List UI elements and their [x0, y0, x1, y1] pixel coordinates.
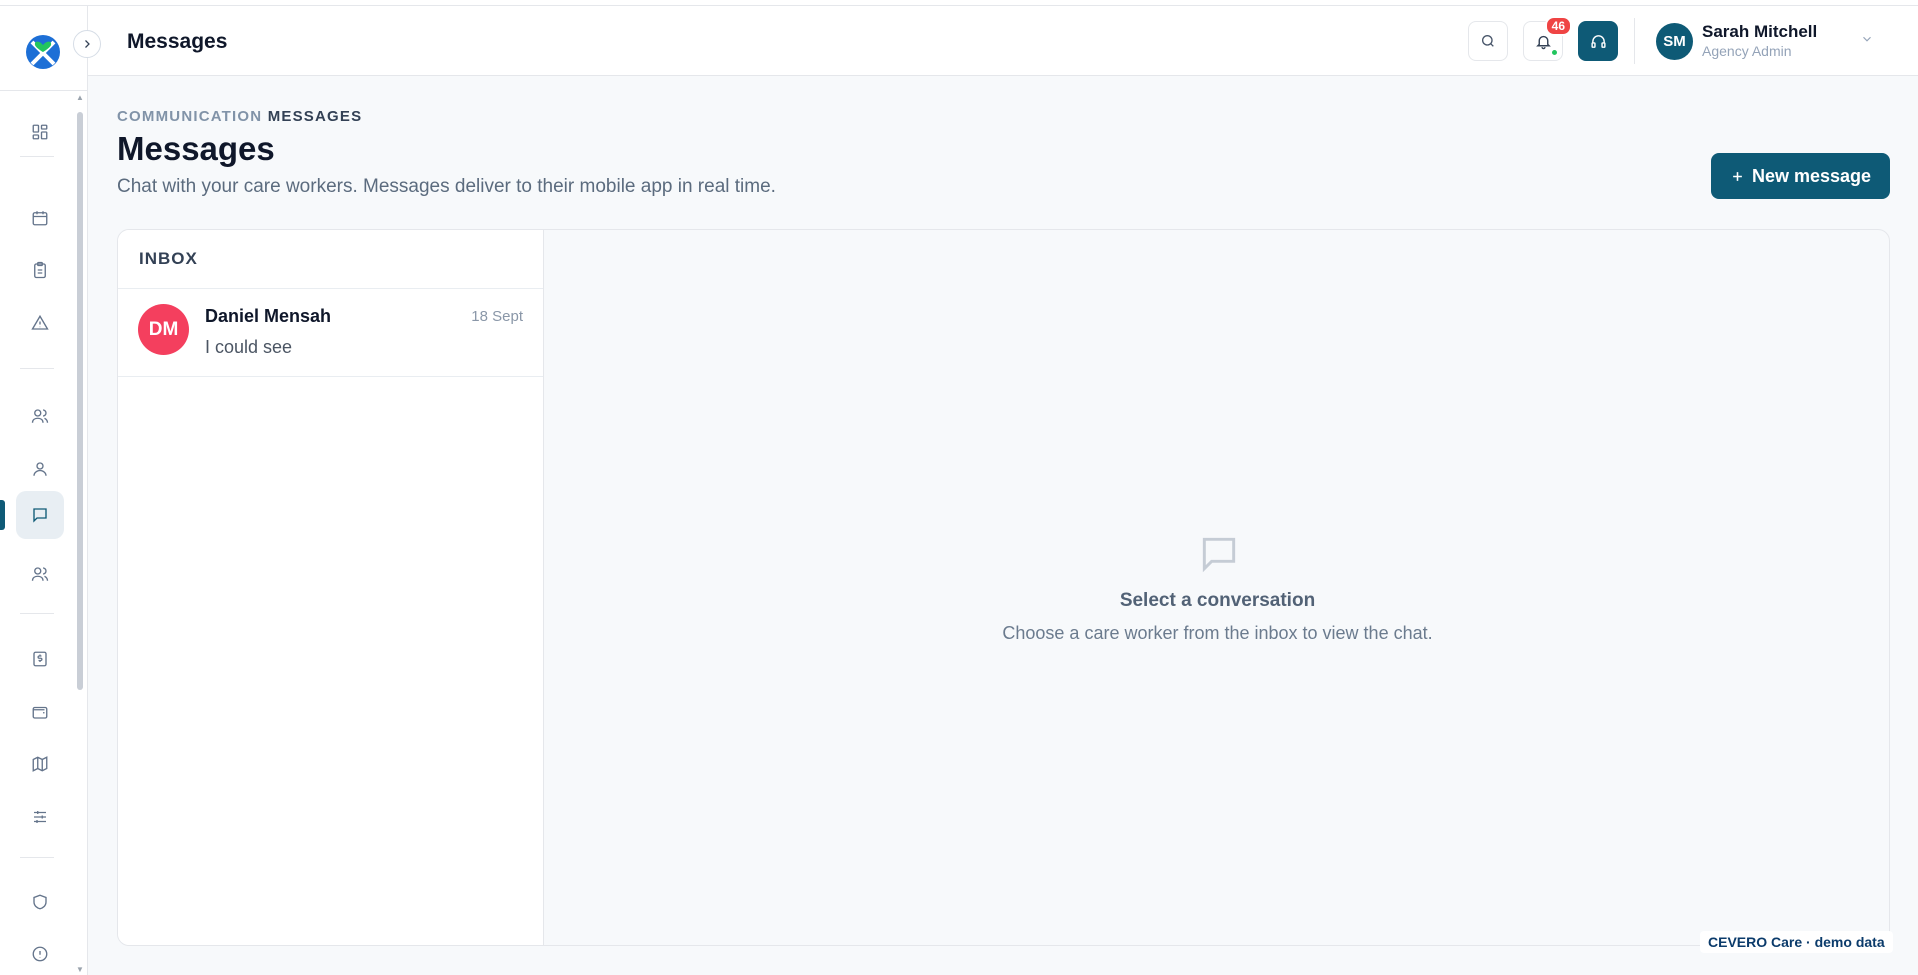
- sidebar-divider: [20, 857, 54, 858]
- search-button[interactable]: [1468, 21, 1508, 61]
- active-indicator: [0, 500, 5, 530]
- conversation-date: 18 Sept: [471, 308, 523, 325]
- demo-watermark: CEVERO Care · demo data: [1700, 931, 1893, 953]
- plus-icon: [1733, 171, 1742, 181]
- users-icon: [31, 409, 49, 423]
- sidebar-item-team[interactable]: [16, 392, 64, 440]
- sidebar-item-clipboard[interactable]: [16, 246, 64, 294]
- sidebar-item-profile[interactable]: [16, 445, 64, 493]
- sidebar-item-care-workers[interactable]: [16, 550, 64, 598]
- users-icon: [31, 567, 49, 581]
- info-icon: [32, 946, 48, 962]
- conversation-item[interactable]: DM Daniel Mensah 18 Sept I could see: [118, 289, 543, 377]
- breadcrumb: COMMUNICATION MESSAGES: [117, 108, 362, 125]
- scroll-down-arrow[interactable]: ▼: [76, 966, 84, 974]
- inbox-heading: INBOX: [118, 230, 543, 289]
- map-icon: [32, 756, 48, 772]
- notifications-button[interactable]: 46: [1523, 16, 1572, 61]
- user-menu-toggle[interactable]: [1860, 32, 1874, 51]
- sidebar-item-calendar[interactable]: [16, 194, 64, 242]
- sidebar-item-settings[interactable]: [16, 793, 64, 841]
- notification-badge: 46: [1544, 16, 1572, 36]
- sidebar-item-security[interactable]: [16, 878, 64, 926]
- sliders-icon: [34, 811, 46, 823]
- sidebar-divider: [20, 368, 54, 369]
- sidebar-item-messages[interactable]: [16, 491, 64, 539]
- sidebar-item-info[interactable]: [16, 930, 64, 975]
- sidebar-divider: [0, 90, 88, 91]
- grid-icon: [32, 124, 48, 140]
- shield-icon: [33, 894, 47, 910]
- search-icon: [1482, 35, 1494, 47]
- wallet-icon: [32, 706, 48, 719]
- sidebar: ▲ ▼: [0, 6, 88, 975]
- sidebar-item-map[interactable]: [16, 740, 64, 788]
- calendar-icon: [32, 211, 48, 226]
- headset-icon: [1590, 34, 1606, 48]
- page-title: Messages: [117, 130, 275, 167]
- new-message-label: New message: [1751, 165, 1872, 186]
- header-title: Messages: [127, 30, 228, 53]
- user-name[interactable]: Sarah Mitchell: [1702, 22, 1817, 42]
- bell-icon: [1535, 35, 1551, 49]
- chevron-down-icon: [1863, 36, 1871, 42]
- top-header: Messages 46 SM Sarah Mitchell Agency Adm…: [88, 6, 1918, 76]
- sidebar-item-alerts[interactable]: [16, 299, 64, 347]
- alert-triangle-icon: [31, 314, 49, 330]
- sidebar-item-billing[interactable]: [16, 635, 64, 683]
- user-icon: [33, 462, 47, 476]
- online-status-dot: [1551, 49, 1558, 56]
- sidebar-item-dashboard[interactable]: [16, 108, 64, 156]
- sidebar-divider: [20, 613, 54, 614]
- message-square-icon: [1202, 537, 1236, 573]
- breadcrumb-current: MESSAGES: [267, 108, 363, 125]
- dollar-receipt-icon: [33, 651, 47, 667]
- empty-state-title: Select a conversation: [1119, 590, 1316, 611]
- contact-name: Daniel Mensah: [205, 306, 332, 326]
- user-avatar[interactable]: SM: [1656, 23, 1693, 60]
- support-button[interactable]: [1578, 21, 1618, 61]
- sidebar-scrollbar[interactable]: [77, 112, 83, 690]
- scroll-up-arrow[interactable]: ▲: [76, 94, 84, 102]
- chevron-right-icon: [85, 40, 90, 48]
- app-logo[interactable]: [24, 32, 62, 70]
- breadcrumb-section[interactable]: COMMUNICATION: [117, 108, 262, 125]
- conversation-empty-state: Select a conversation Choose a care work…: [544, 230, 1889, 945]
- sidebar-divider: [20, 156, 54, 157]
- new-message-button[interactable]: New message: [1711, 153, 1890, 199]
- message-square-icon: [33, 508, 47, 523]
- header-divider: [1634, 18, 1635, 64]
- sidebar-item-wallet[interactable]: [16, 688, 64, 736]
- messages-panel: INBOX DM Daniel Mensah 18 Sept I could s…: [117, 229, 1890, 946]
- empty-state-subtitle: Choose a care worker from the inbox to v…: [1002, 623, 1433, 643]
- clipboard-icon: [34, 261, 46, 279]
- sidebar-expand-button[interactable]: [73, 30, 101, 58]
- inbox-list: INBOX DM Daniel Mensah 18 Sept I could s…: [118, 230, 544, 945]
- contact-avatar: DM: [138, 304, 189, 355]
- user-role: Agency Admin: [1702, 43, 1792, 59]
- message-preview: I could see: [205, 337, 293, 357]
- page-subtitle: Chat with your care workers. Messages de…: [117, 176, 776, 197]
